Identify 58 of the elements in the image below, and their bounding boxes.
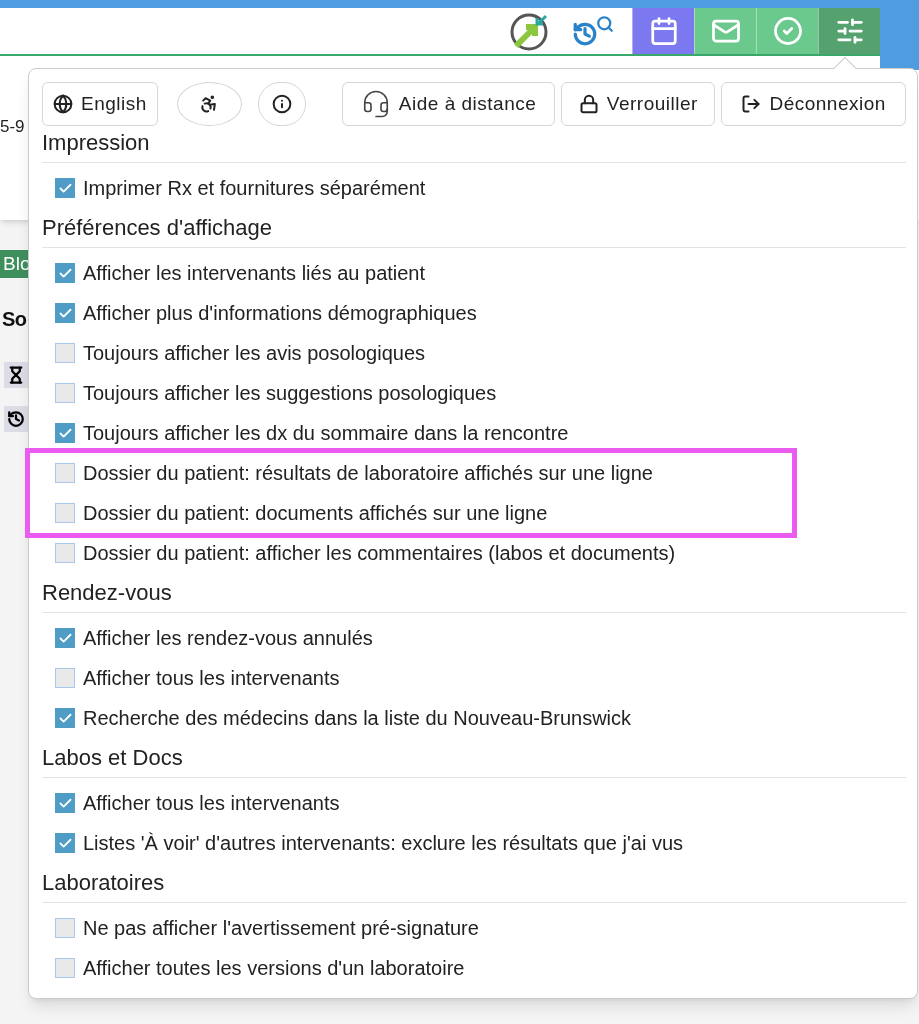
calendar-icon — [648, 16, 679, 46]
option-label: Afficher tous les intervenants — [83, 791, 340, 816]
info-button[interactable] — [257, 82, 306, 126]
lock-button[interactable]: Verrouiller — [561, 82, 716, 126]
checkbox[interactable] — [55, 668, 75, 688]
checkbox[interactable] — [55, 383, 75, 403]
nav-tile[interactable] — [756, 8, 818, 54]
option-label: Dossier du patient: résultats de laboratoire affichés sur une ligne — [83, 461, 653, 486]
checkbox[interactable] — [55, 303, 75, 323]
nav-tile[interactable] — [694, 8, 756, 54]
checkbox[interactable] — [55, 793, 75, 813]
checkbox[interactable] — [55, 343, 75, 363]
checkbox[interactable] — [55, 918, 75, 938]
option-label: Afficher les intervenants liés au patient — [83, 261, 426, 286]
option-label: Listes 'À voir' d'autres intervenants: exclure les résultats que j'ai vus — [83, 831, 683, 856]
option-label: Afficher plus d'informations démographiques — [83, 301, 477, 326]
checkbox[interactable] — [55, 263, 75, 283]
option-label: Toujours afficher les dx du sommaire dans la rencontre — [83, 421, 569, 446]
option-label: Dossier du patient: afficher les commentaires (labos et documents) — [83, 541, 676, 566]
section-title: Laboratoires — [42, 870, 165, 896]
option-label: Afficher toutes les versions d'un laboratoire — [83, 956, 465, 981]
checkbox[interactable] — [55, 463, 75, 483]
option-label: Imprimer Rx et fournitures séparément — [83, 176, 426, 201]
history-icon — [7, 410, 25, 428]
hourglass-icon — [7, 366, 25, 384]
nav-tile[interactable] — [632, 8, 694, 54]
check-circle-icon — [772, 16, 803, 46]
settings-icon — [834, 16, 865, 46]
logout-button[interactable]: Déconnexion — [721, 82, 906, 126]
nav-tile[interactable] — [818, 8, 880, 54]
checkbox[interactable] — [55, 543, 75, 563]
option-label: Recherche des médecins dans la liste du Nouveau-Brunswick — [83, 706, 632, 731]
option-label: Dossier du patient: documents affichés sur une ligne — [83, 501, 548, 526]
phone-number: 5-9 — [0, 116, 26, 138]
language-button[interactable]: English — [42, 82, 158, 126]
checkbox[interactable] — [55, 833, 75, 853]
logout-icon — [741, 94, 762, 114]
checkbox[interactable] — [55, 178, 75, 198]
checkbox[interactable] — [55, 708, 75, 728]
checkbox[interactable] — [55, 423, 75, 443]
globe-icon — [53, 94, 73, 114]
section-heading: So — [1, 307, 28, 332]
section-title: Préférences d'affichage — [42, 215, 273, 241]
option-label: Ne pas afficher l'avertissement pré-signature — [83, 916, 479, 941]
section-title: Labos et Docs — [42, 745, 183, 771]
checkbox[interactable] — [55, 628, 75, 648]
info-icon — [271, 94, 292, 114]
option-label: Afficher les rendez-vous annulés — [83, 626, 373, 651]
section-title: Rendez-vous — [42, 580, 172, 606]
remote-help-button[interactable]: Aide à distance — [341, 82, 556, 126]
checkbox[interactable] — [55, 503, 75, 523]
option-label: Afficher tous les intervenants — [83, 666, 340, 691]
option-label: Toujours afficher les suggestions posologiques — [83, 381, 497, 406]
checkbox[interactable] — [55, 958, 75, 978]
lock-icon — [578, 94, 599, 114]
option-label: Toujours afficher les avis posologiques — [83, 341, 426, 366]
history-search-icon[interactable] — [572, 15, 614, 47]
section-title: Impression — [42, 130, 150, 156]
